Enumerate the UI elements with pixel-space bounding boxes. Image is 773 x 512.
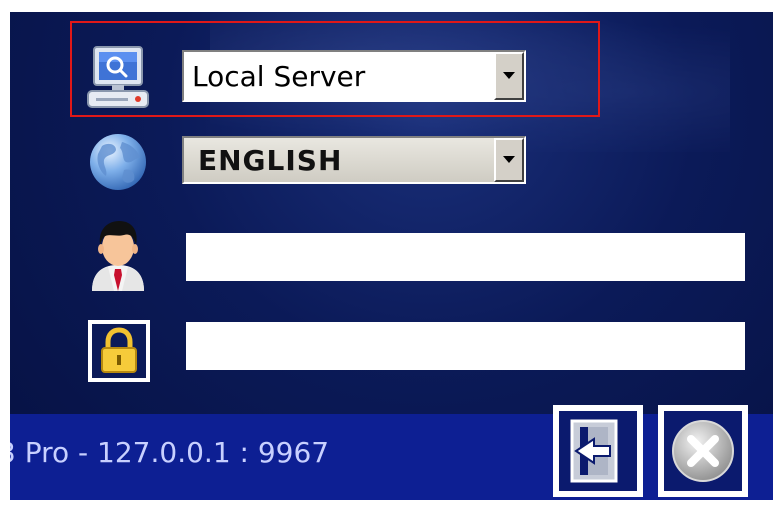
server-monitor-icon	[84, 45, 152, 113]
close-circle-icon	[672, 420, 734, 482]
login-button[interactable]	[553, 405, 643, 497]
server-select-value: Local Server	[192, 59, 366, 93]
password-input[interactable]	[186, 322, 745, 370]
chevron-down-icon	[503, 72, 515, 79]
globe-icon	[86, 132, 150, 192]
padlock-icon	[88, 320, 150, 382]
login-window: Local Server ENGLISH 3 Pro - 127.0.0.1:…	[10, 12, 773, 500]
server-select[interactable]: Local Server	[182, 50, 526, 102]
user-avatar-icon	[86, 219, 150, 291]
exit-button[interactable]	[658, 405, 748, 497]
connection-status-text: 3 Pro - 127.0.0.1 : 9967	[10, 436, 330, 469]
chevron-down-icon	[503, 156, 515, 163]
server-dropdown-button[interactable]	[494, 52, 524, 100]
language-select-value: ENGLISH	[198, 143, 343, 177]
username-input[interactable]	[186, 233, 745, 281]
login-door-icon	[570, 419, 618, 483]
language-dropdown-button[interactable]	[494, 138, 524, 182]
language-select[interactable]: ENGLISH	[182, 136, 526, 184]
